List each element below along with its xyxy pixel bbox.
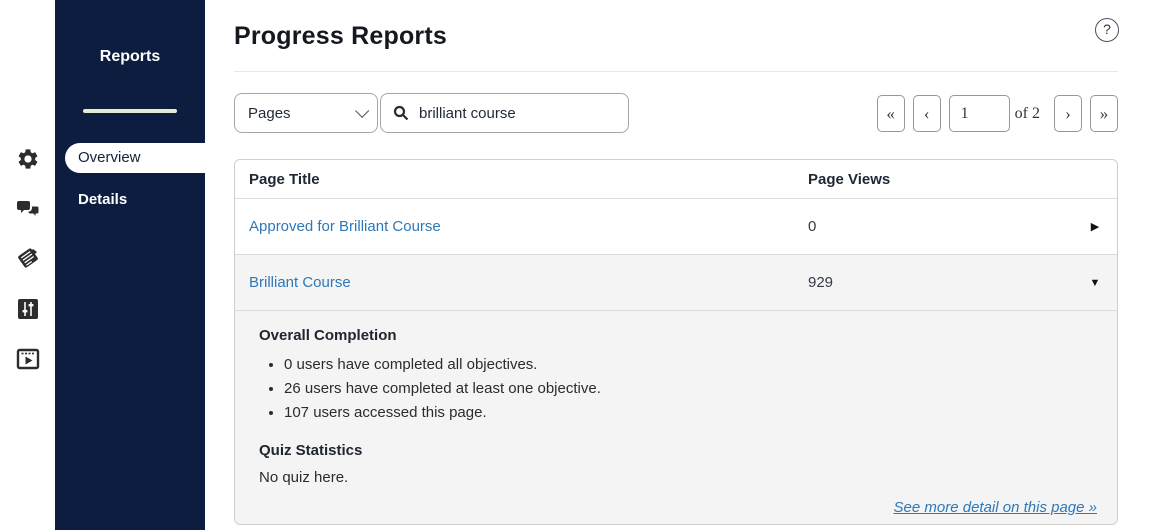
column-header-page-title: Page Title bbox=[249, 170, 320, 188]
expand-row-arrow-icon[interactable]: ▶ bbox=[1073, 220, 1117, 233]
column-header-page-views: Page Views bbox=[808, 170, 891, 188]
sidebar-divider bbox=[83, 109, 177, 113]
chevron-down-icon bbox=[355, 103, 370, 118]
reports-sidebar: Reports Overview Details bbox=[55, 0, 217, 530]
completion-stat-item: 107 users accessed this page. bbox=[284, 401, 1097, 425]
quiz-statistics-text: No quiz here. bbox=[259, 469, 349, 486]
sidebar-item-overview[interactable]: Overview bbox=[65, 143, 217, 173]
report-type-select[interactable]: Pages bbox=[234, 93, 378, 133]
feedback-chat-icon[interactable] bbox=[15, 195, 41, 221]
search-icon bbox=[393, 105, 409, 121]
sliders-icon[interactable] bbox=[15, 296, 41, 322]
sidebar-item-details[interactable]: Details bbox=[78, 191, 127, 208]
overall-completion-heading: Overall Completion bbox=[259, 327, 397, 344]
completion-stat-item: 0 users have completed all objectives. bbox=[284, 353, 1097, 377]
search-input[interactable] bbox=[417, 103, 620, 123]
page-views-value: 0 bbox=[808, 218, 817, 235]
page-title: Progress Reports bbox=[234, 22, 447, 50]
table-row[interactable]: Brilliant Course 929 ▼ bbox=[235, 254, 1117, 310]
pagination: « ‹ of 2 › » bbox=[876, 95, 1118, 132]
next-page-button[interactable]: › bbox=[1054, 95, 1082, 132]
video-player-icon[interactable] bbox=[15, 346, 41, 372]
quiz-statistics-heading: Quiz Statistics bbox=[259, 442, 363, 459]
see-more-detail-link[interactable]: See more detail on this page » bbox=[894, 499, 1097, 516]
last-page-button[interactable]: » bbox=[1090, 95, 1118, 132]
gear-icon[interactable] bbox=[15, 146, 41, 172]
title-divider bbox=[234, 71, 1118, 72]
page-number-input[interactable] bbox=[948, 95, 1010, 132]
help-button[interactable]: ? bbox=[1095, 18, 1119, 42]
main-content: Progress Reports ? Pages « ‹ of 2 › » Pa… bbox=[205, 0, 1149, 530]
sidebar-title: Reports bbox=[99, 48, 161, 65]
page-views-value: 929 bbox=[808, 274, 834, 291]
table-row[interactable]: Approved for Brilliant Course 0 ▶ bbox=[235, 198, 1117, 254]
page-count-label: of 2 bbox=[1014, 104, 1040, 122]
report-type-selected-value: Pages bbox=[248, 104, 291, 122]
collapse-row-arrow-icon[interactable]: ▼ bbox=[1073, 277, 1117, 289]
page-link-brilliant-course[interactable]: Brilliant Course bbox=[249, 274, 351, 291]
page-link-approved-for-brilliant-course[interactable]: Approved for Brilliant Course bbox=[249, 218, 441, 235]
icon-rail bbox=[0, 0, 55, 530]
first-page-button[interactable]: « bbox=[876, 95, 905, 132]
progress-report-table: Page Title Page Views Approved for Brill… bbox=[234, 159, 1118, 525]
previous-page-button[interactable]: ‹ bbox=[912, 95, 941, 132]
expanded-row-detail-panel: Overall Completion 0 users have complete… bbox=[235, 310, 1117, 524]
table-header-row: Page Title Page Views bbox=[235, 160, 1117, 198]
filter-controls: Pages « ‹ of 2 › » bbox=[234, 93, 1118, 133]
more-detail-link-row: See more detail on this page » bbox=[259, 499, 1097, 517]
completion-stats-list: 0 users have completed all objectives. 2… bbox=[259, 353, 1097, 425]
tag-notes-icon[interactable] bbox=[15, 245, 41, 271]
completion-stat-item: 26 users have completed at least one obj… bbox=[284, 377, 1097, 401]
search-box[interactable] bbox=[380, 93, 629, 133]
